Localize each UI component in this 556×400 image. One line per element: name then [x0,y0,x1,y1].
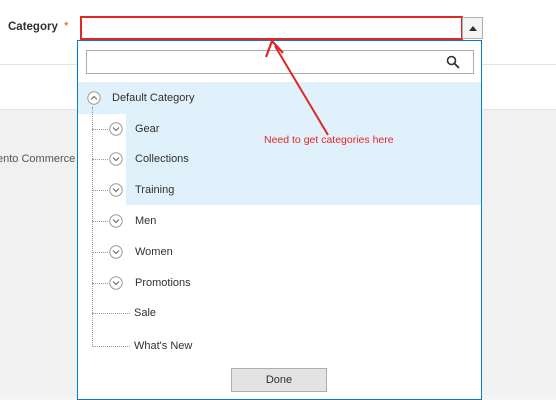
expand-icon[interactable] [109,122,123,136]
category-select-toggle[interactable] [462,17,483,39]
expand-icon[interactable] [109,276,123,290]
tree-item-women[interactable]: Women [135,246,173,258]
expand-icon[interactable] [109,245,123,259]
tree-item-promotions[interactable]: Promotions [135,277,191,289]
search-icon[interactable] [446,55,460,69]
tree-connector [92,252,108,253]
tree-connector [92,159,108,160]
tree-item-collections[interactable]: Collections [135,153,189,165]
expand-icon[interactable] [109,152,123,166]
annotation-text: Need to get categories here [264,134,394,146]
tree-connector [92,129,108,130]
tree-item-gear[interactable]: Gear [135,123,159,135]
background-field-text: ento Commerce [0,153,76,165]
tree-item-default-category[interactable]: Default Category [112,92,195,104]
category-select[interactable] [80,16,463,40]
tree-connector [92,346,130,347]
tree-item-whats-new[interactable]: What's New [134,340,192,352]
tree-connector [92,313,130,314]
tree-connector [92,107,93,347]
caret-up-icon [469,26,477,31]
done-button[interactable]: Done [231,368,327,392]
required-marker: * [64,21,69,33]
collapse-icon[interactable] [87,91,101,105]
tree-item-sale[interactable]: Sale [134,307,156,319]
tree-item-training[interactable]: Training [135,184,174,196]
highlight-row-training [126,174,481,205]
expand-icon[interactable] [109,183,123,197]
tree-item-men[interactable]: Men [135,215,156,227]
tree-connector [92,283,108,284]
tree-connector [92,221,108,222]
expand-icon[interactable] [109,214,123,228]
tree-connector [92,190,108,191]
category-search-input[interactable] [86,50,474,74]
category-label: Category [8,21,58,33]
